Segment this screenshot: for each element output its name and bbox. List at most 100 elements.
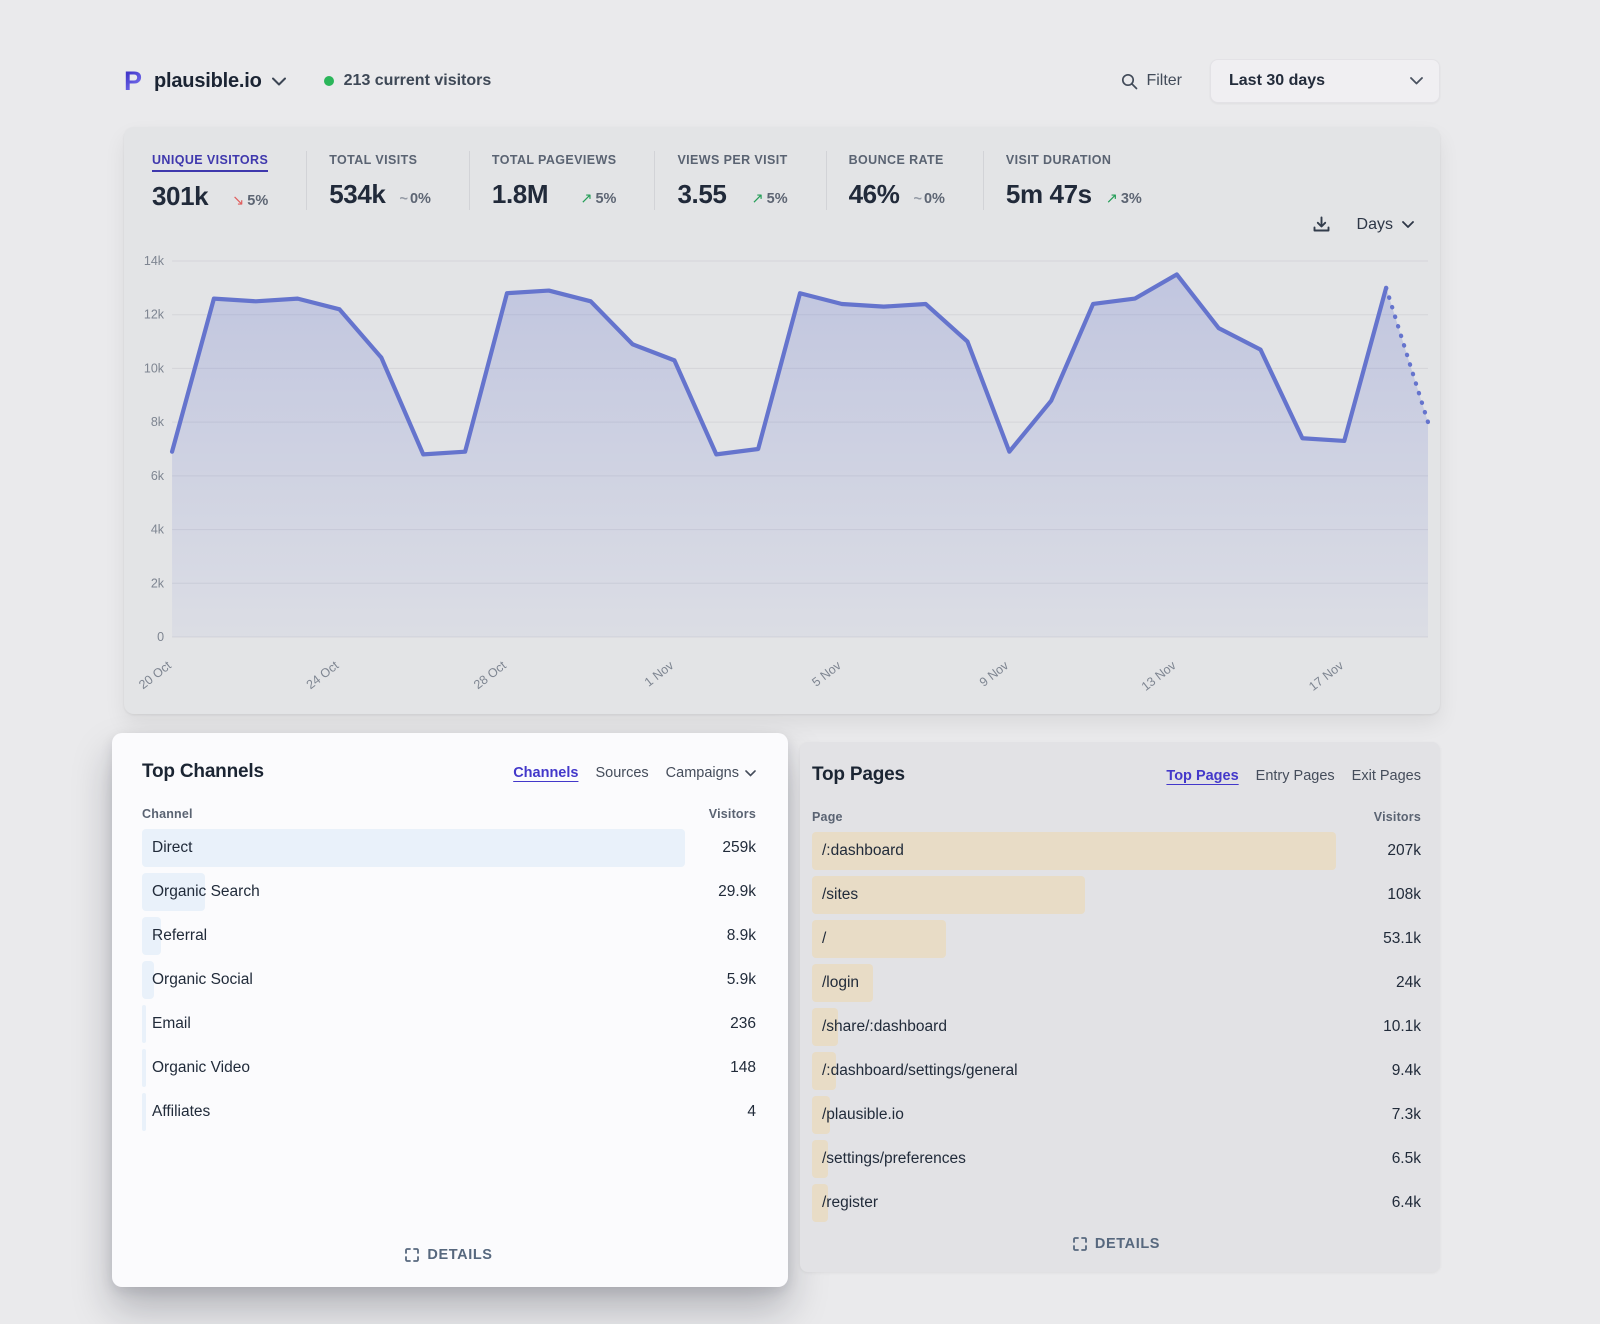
row-label[interactable]: Referral	[142, 927, 207, 945]
table-row[interactable]: Affiliates 4	[142, 1090, 756, 1134]
top-pages-columns: Page Visitors	[812, 810, 1421, 824]
top-channels-header: Top Channels Channels Sources Campaigns	[142, 761, 756, 783]
pages-details-button[interactable]: DETAILS	[1063, 1230, 1170, 1258]
stat-value: 5m 47s	[1006, 179, 1092, 210]
y-tick-label: 4k	[151, 523, 165, 537]
trend-icon: ↘	[232, 193, 244, 209]
row-value: 9.4k	[1392, 1062, 1421, 1080]
top-channels-panel: Top Channels Channels Sources Campaigns …	[112, 733, 788, 1287]
chevron-down-icon	[745, 770, 756, 777]
interval-select[interactable]: Days	[1357, 216, 1414, 234]
row-label[interactable]: Organic Video	[142, 1059, 250, 1077]
table-row[interactable]: /share/:dashboard 10.1k	[812, 1005, 1421, 1049]
table-row[interactable]: Organic Video 148	[142, 1046, 756, 1090]
table-row[interactable]: /:dashboard/settings/general 9.4k	[812, 1049, 1421, 1093]
row-value: 207k	[1387, 842, 1421, 860]
interval-value: Days	[1357, 216, 1393, 234]
row-label[interactable]: Affiliates	[142, 1103, 210, 1121]
stat-value: 46%	[849, 179, 900, 210]
stat-label: BOUNCE RATE	[849, 153, 944, 170]
table-row[interactable]: /settings/preferences 6.5k	[812, 1137, 1421, 1181]
row-bar	[142, 829, 685, 867]
stat-bounce-rate[interactable]: BOUNCE RATE 46% ~0%	[826, 151, 983, 210]
x-tick-label: 9 Nov	[977, 658, 1012, 690]
row-label[interactable]: /plausible.io	[812, 1106, 904, 1124]
stat-label: VISIT DURATION	[1006, 153, 1111, 170]
row-label[interactable]: Organic Search	[142, 883, 260, 901]
stat-delta: ↗5%	[752, 191, 788, 207]
x-tick-label: 20 Oct	[136, 658, 174, 692]
table-row[interactable]: Organic Search 29.9k	[142, 870, 756, 914]
site-switcher-chevron-icon[interactable]	[272, 77, 286, 86]
stat-label: TOTAL VISITS	[329, 153, 417, 170]
date-range-select[interactable]: Last 30 days	[1210, 59, 1440, 103]
filter-label: Filter	[1146, 72, 1182, 90]
search-icon	[1121, 73, 1138, 90]
channels-details-button[interactable]: DETAILS	[395, 1241, 502, 1269]
row-label[interactable]: Direct	[142, 839, 192, 857]
stat-total-pageviews[interactable]: TOTAL PAGEVIEWS 1.8M ↗5%	[469, 151, 655, 210]
row-value: 24k	[1396, 974, 1421, 992]
stat-visit-duration[interactable]: VISIT DURATION 5m 47s ↗3%	[983, 151, 1180, 210]
table-row[interactable]: /plausible.io 7.3k	[812, 1093, 1421, 1137]
stat-label: UNIQUE VISITORS	[152, 153, 268, 172]
stat-views-per-visit[interactable]: VIEWS PER VISIT 3.55 ↗5%	[654, 151, 825, 210]
tab-channels[interactable]: Channels	[513, 765, 578, 781]
plausible-logo-icon: P	[124, 68, 142, 95]
table-row[interactable]: /sites 108k	[812, 873, 1421, 917]
row-label[interactable]: /	[812, 930, 826, 948]
row-label[interactable]: /sites	[812, 886, 858, 904]
site-name[interactable]: plausible.io	[154, 70, 262, 93]
table-row[interactable]: Organic Social 5.9k	[142, 958, 756, 1002]
tab-sources[interactable]: Sources	[595, 765, 648, 781]
top-channels-title: Top Channels	[142, 761, 264, 783]
table-row[interactable]: /login 24k	[812, 961, 1421, 1005]
stat-label: TOTAL PAGEVIEWS	[492, 153, 617, 170]
row-label[interactable]: /:dashboard/settings/general	[812, 1062, 1018, 1080]
tab-top-pages[interactable]: Top Pages	[1166, 768, 1238, 784]
tab-exit-pages[interactable]: Exit Pages	[1352, 768, 1421, 784]
row-label[interactable]: Email	[142, 1015, 191, 1033]
row-label[interactable]: /login	[812, 974, 859, 992]
table-row[interactable]: Email 236	[142, 1002, 756, 1046]
stat-delta: ↘5%	[232, 193, 268, 209]
filter-button[interactable]: Filter	[1121, 72, 1182, 90]
top-channels-columns: Channel Visitors	[142, 807, 756, 821]
interval-chevron-icon	[1402, 221, 1414, 229]
row-value: 8.9k	[727, 927, 756, 945]
top-bar: P plausible.io 213 current visitors Filt…	[124, 58, 1440, 104]
tab-campaigns[interactable]: Campaigns	[666, 765, 756, 781]
row-value: 5.9k	[727, 971, 756, 989]
current-visitors[interactable]: 213 current visitors	[324, 72, 492, 90]
y-tick-label: 12k	[144, 308, 165, 322]
row-label[interactable]: /:dashboard	[812, 842, 904, 860]
row-label[interactable]: Organic Social	[142, 971, 253, 989]
column-page: Page	[812, 810, 843, 824]
y-tick-label: 2k	[151, 576, 165, 590]
trend-icon: ~	[399, 191, 406, 207]
table-row[interactable]: /:dashboard 207k	[812, 829, 1421, 873]
table-row[interactable]: / 53.1k	[812, 917, 1421, 961]
stat-total-visits[interactable]: TOTAL VISITS 534k ~0%	[306, 151, 469, 210]
top-channels-tabs: Channels Sources Campaigns	[513, 765, 756, 781]
y-tick-label: 10k	[144, 361, 165, 375]
tab-entry-pages[interactable]: Entry Pages	[1256, 768, 1335, 784]
stat-value: 301k	[152, 181, 208, 212]
x-tick-label: 1 Nov	[642, 658, 677, 690]
row-value: 108k	[1387, 886, 1421, 904]
row-label[interactable]: /register	[812, 1194, 878, 1212]
download-icon[interactable]	[1312, 215, 1331, 234]
expand-icon	[405, 1248, 419, 1262]
details-label: DETAILS	[1095, 1236, 1160, 1252]
y-tick-label: 0	[157, 630, 164, 644]
stat-unique-visitors[interactable]: UNIQUE VISITORS 301k ↘5%	[124, 151, 306, 212]
table-row[interactable]: Referral 8.9k	[142, 914, 756, 958]
row-label[interactable]: /share/:dashboard	[812, 1018, 947, 1036]
table-row[interactable]: Direct 259k	[142, 826, 756, 870]
table-row[interactable]: /register 6.4k	[812, 1181, 1421, 1225]
visitors-chart: 02k4k6k8k10k12k14k20 Oct24 Oct28 Oct1 No…	[138, 249, 1432, 701]
x-tick-label: 5 Nov	[809, 658, 844, 690]
row-label[interactable]: /settings/preferences	[812, 1150, 966, 1168]
row-value: 53.1k	[1383, 930, 1421, 948]
row-value: 148	[730, 1059, 756, 1077]
